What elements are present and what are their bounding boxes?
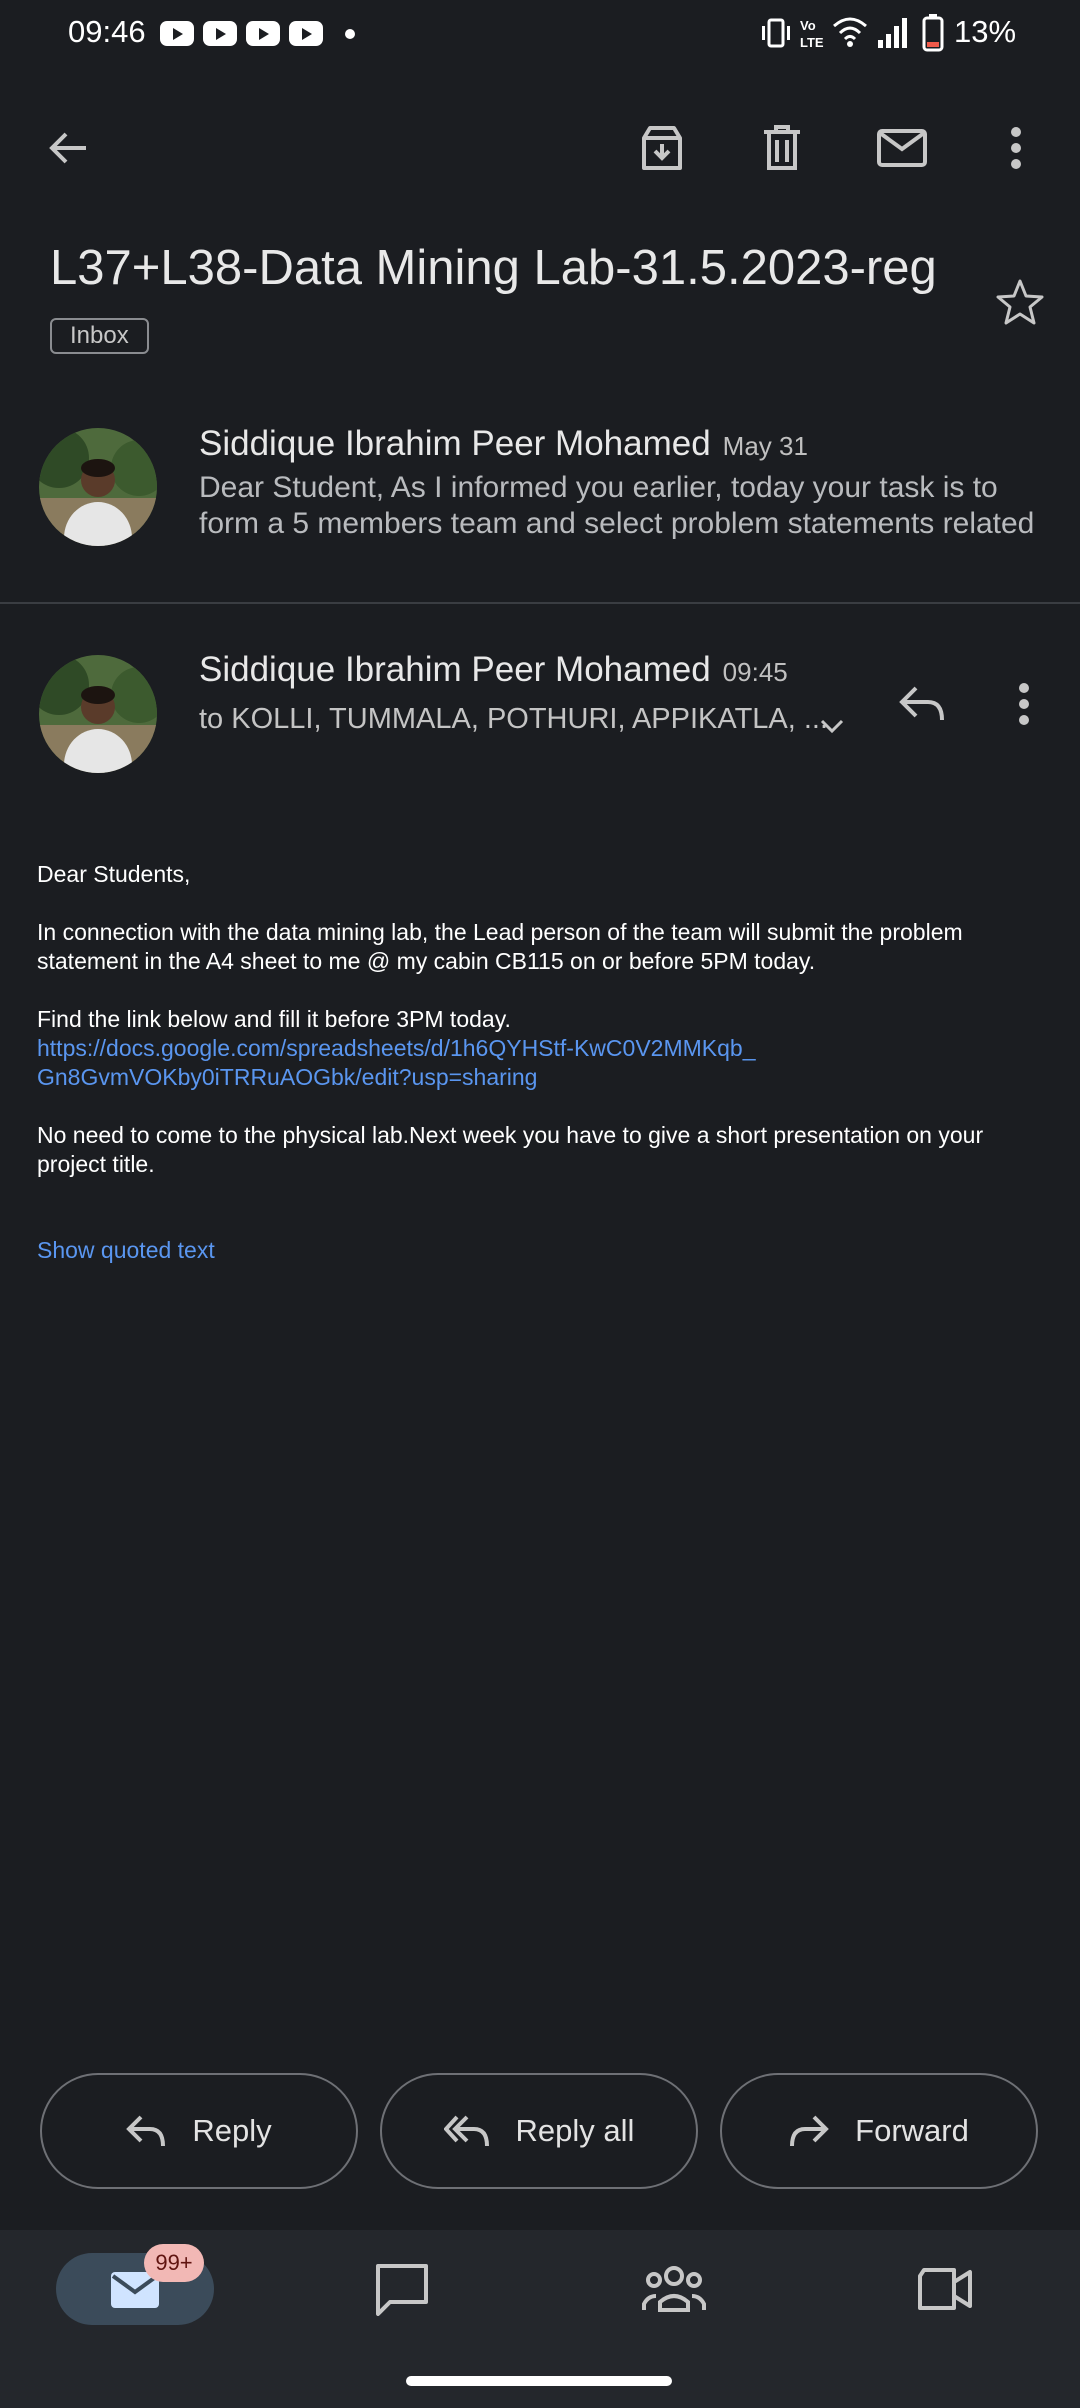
svg-text:Vo: Vo [800, 18, 816, 33]
email-paragraph: Find the link below and fill it before 3… [37, 1006, 511, 1032]
email-paragraph: In connection with the data mining lab, … [37, 919, 963, 974]
more-notifications-dot-icon [345, 29, 355, 39]
mail-unread-badge: 99+ [144, 2244, 204, 2282]
status-time: 09:46 [68, 14, 146, 49]
reply-all-icon [443, 2115, 489, 2147]
spreadsheet-link[interactable]: Gn8GvmVOKby0iTRRuAOGbk/edit?usp=sharing [37, 1063, 1047, 1092]
forward-button[interactable]: Forward [720, 2073, 1038, 2189]
show-quoted-text-link[interactable]: Show quoted text [37, 1236, 215, 1265]
battery-percent: 13% [954, 14, 1017, 49]
delete-icon [764, 125, 800, 170]
reply-all-label: Reply all [515, 2113, 635, 2148]
svg-text:LTE: LTE [800, 35, 824, 50]
message-time: 09:45 [722, 657, 788, 687]
expand-details-button[interactable] [814, 708, 850, 744]
battery-icon [922, 14, 944, 52]
archive-button[interactable] [630, 116, 694, 180]
mark-unread-button[interactable] [870, 116, 934, 180]
inbox-label-chip[interactable]: Inbox [50, 318, 149, 354]
volte-icon: Vo LTE [800, 16, 828, 50]
home-indicator[interactable] [406, 2376, 672, 2386]
reply-all-button[interactable]: Reply all [380, 2073, 698, 2189]
recipients-line[interactable]: to KOLLI, TUMMALA, POTHURI, APPIKATLA, .… [199, 703, 828, 736]
reply-icon [899, 686, 944, 721]
reply-label: Reply [192, 2113, 272, 2148]
delete-button[interactable] [750, 116, 814, 180]
message-date: May 31 [722, 431, 808, 461]
nav-spaces-tab[interactable] [642, 2264, 706, 2316]
nav-meet-tab[interactable] [916, 2266, 976, 2316]
forward-icon [790, 2115, 829, 2147]
more-vert-icon [1011, 127, 1021, 169]
wifi-icon [832, 14, 868, 48]
previous-message-header: Siddique Ibrahim Peer Mohamed May 31 [199, 424, 808, 464]
reply-button[interactable]: Reply [40, 2073, 358, 2189]
star-icon [996, 279, 1044, 325]
message-more-options-button[interactable] [992, 672, 1056, 736]
reply-icon-button[interactable] [890, 672, 954, 736]
spreadsheet-link[interactable]: https://docs.google.com/spreadsheets/d/1… [37, 1034, 1047, 1063]
email-subject: L37+L38-Data Mining Lab-31.5.2023-reg [50, 241, 937, 295]
archive-icon [642, 126, 682, 170]
chat-icon [376, 2264, 428, 2316]
message-snippet: Dear Student, As I informed you earlier,… [199, 471, 1035, 540]
sender-name: Siddique Ibrahim Peer Mohamed [199, 650, 711, 689]
spaces-icon [642, 2266, 706, 2312]
more-options-button[interactable] [984, 116, 1048, 180]
back-arrow-icon [49, 132, 86, 164]
sender-name: Siddique Ibrahim Peer Mohamed [199, 424, 711, 463]
sender-avatar [39, 428, 157, 546]
chevron-down-icon [820, 719, 844, 734]
signal-icon [878, 16, 908, 48]
back-button[interactable] [36, 116, 100, 180]
nav-chat-tab[interactable] [374, 2262, 434, 2318]
more-vert-icon [1019, 683, 1029, 725]
mark-unread-icon [877, 129, 927, 167]
sender-avatar [39, 655, 157, 773]
meet-icon [918, 2268, 972, 2310]
vibrate-icon [760, 16, 792, 50]
current-message-header: Siddique Ibrahim Peer Mohamed 09:45 [199, 650, 788, 690]
forward-label: Forward [855, 2113, 969, 2148]
star-button[interactable] [990, 272, 1050, 332]
email-greeting: Dear Students, [37, 861, 191, 887]
divider [0, 602, 1080, 604]
email-paragraph: No need to come to the physical lab.Next… [37, 1122, 984, 1177]
reply-icon [126, 2115, 166, 2147]
